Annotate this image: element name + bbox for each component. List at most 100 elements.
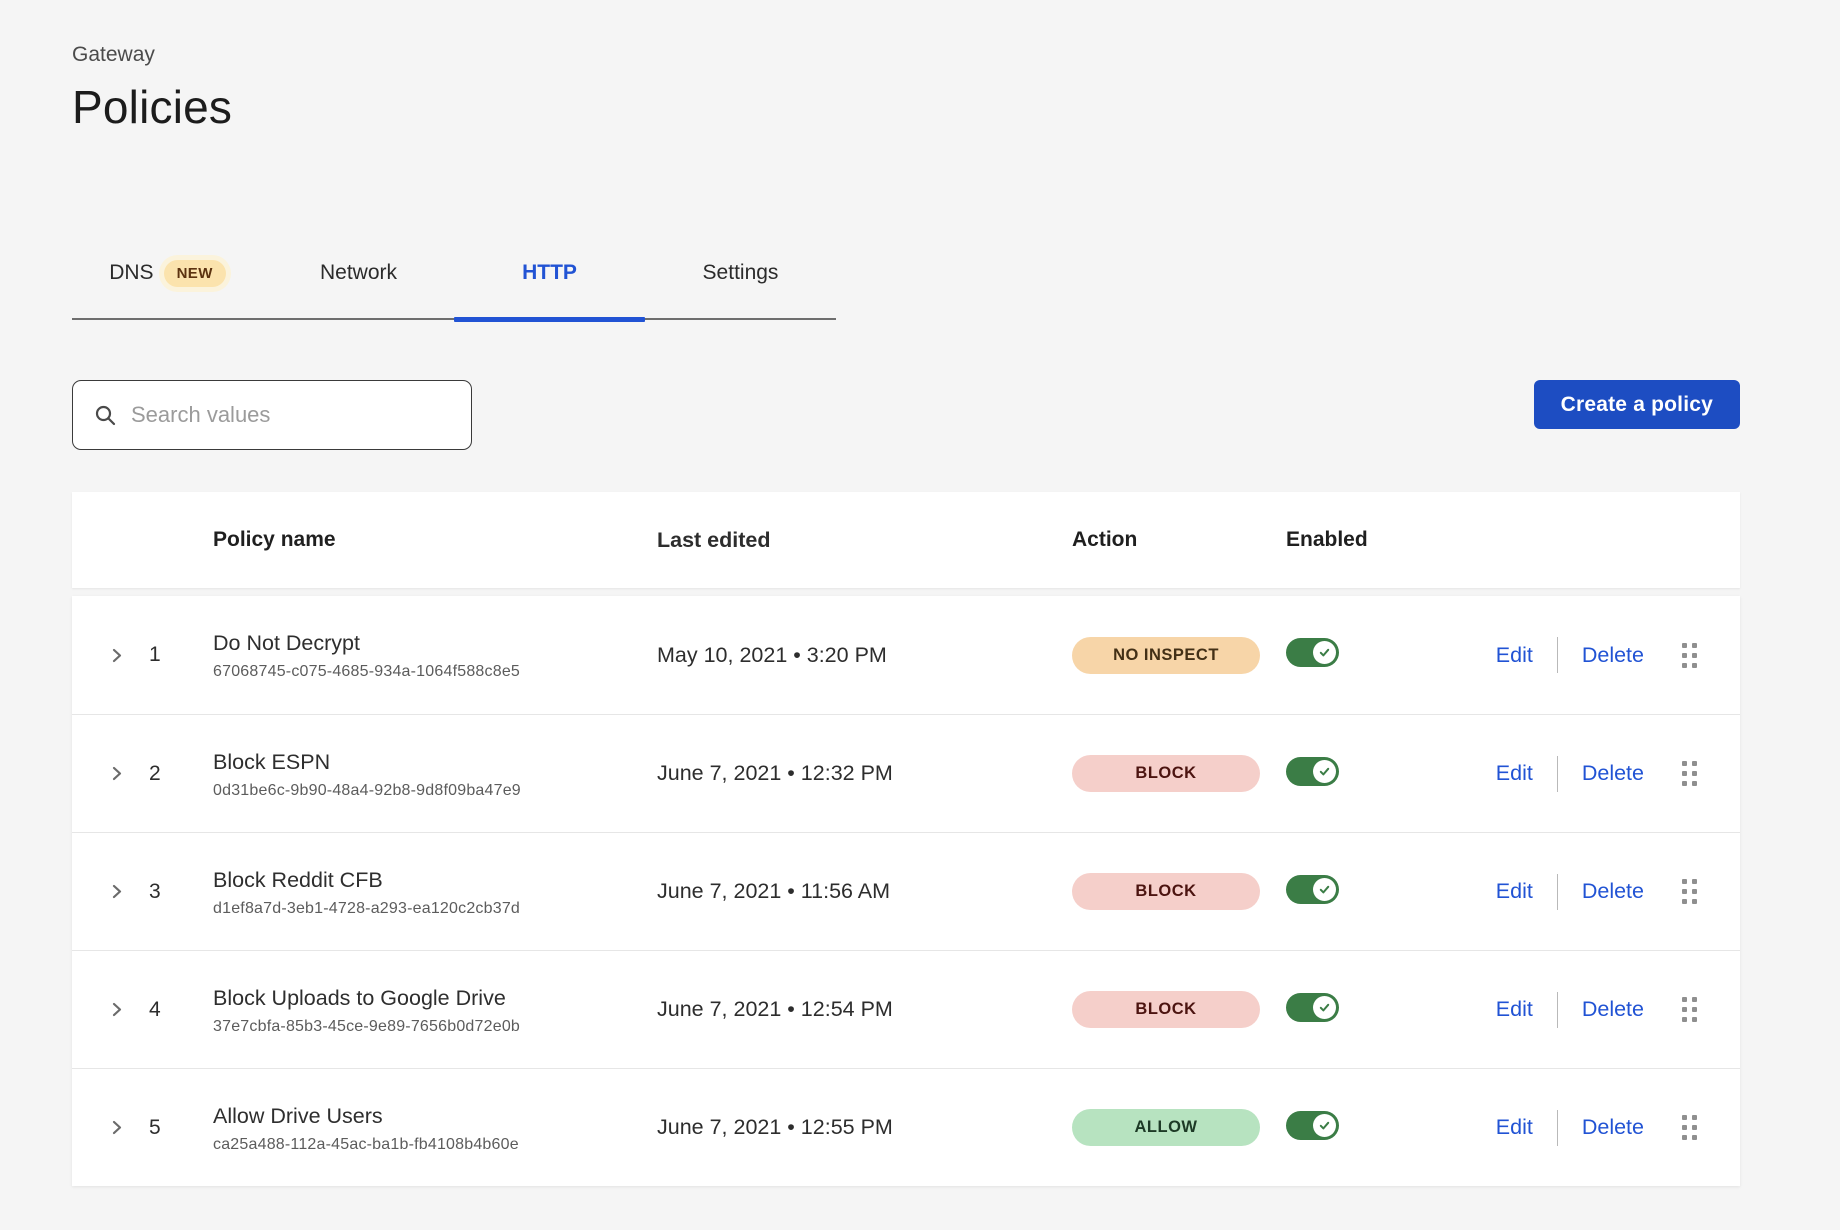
action-badge: BLOCK bbox=[1072, 755, 1260, 792]
drag-handle-icon[interactable] bbox=[1682, 761, 1697, 786]
row-number: 1 bbox=[136, 643, 192, 667]
create-policy-button[interactable]: Create a policy bbox=[1534, 380, 1740, 429]
column-action: Action bbox=[1062, 528, 1282, 552]
chevron-right-icon bbox=[108, 1001, 125, 1018]
action-badge: BLOCK bbox=[1072, 991, 1260, 1028]
action-divider bbox=[1557, 874, 1558, 910]
last-edited: June 7, 2021 • 12:54 PM bbox=[632, 997, 1062, 1022]
toggle-knob bbox=[1313, 760, 1336, 783]
action-divider bbox=[1557, 637, 1558, 673]
search-input[interactable] bbox=[131, 402, 451, 428]
table-row: 2 Block ESPN 0d31be6c-9b90-48a4-92b8-9d8… bbox=[72, 714, 1740, 832]
toggle-knob bbox=[1313, 878, 1336, 901]
action-divider bbox=[1557, 992, 1558, 1028]
toggle-knob bbox=[1313, 641, 1336, 664]
table-header-row: Policy name Last edited Action Enabled bbox=[72, 492, 1740, 588]
chevron-right-icon bbox=[108, 647, 125, 664]
policy-id: 37e7cbfa-85b3-45ce-9e89-7656b0d72e0b bbox=[213, 1018, 632, 1036]
delete-link[interactable]: Delete bbox=[1582, 997, 1644, 1022]
tab-http[interactable]: HTTP bbox=[454, 258, 645, 318]
delete-link[interactable]: Delete bbox=[1582, 643, 1644, 668]
tab-dns-label: DNS bbox=[109, 258, 153, 288]
edit-link[interactable]: Edit bbox=[1496, 997, 1533, 1022]
enabled-toggle[interactable] bbox=[1286, 757, 1339, 786]
tab-bar: DNS NEW Network HTTP Settings bbox=[72, 258, 836, 320]
tab-http-label: HTTP bbox=[522, 258, 577, 288]
chevron-right-icon bbox=[108, 883, 125, 900]
policy-id: 67068745-c075-4685-934a-1064f588c8e5 bbox=[213, 663, 632, 681]
chevron-right-icon bbox=[108, 1119, 125, 1136]
expand-row-button[interactable] bbox=[104, 1115, 129, 1140]
toggle-knob bbox=[1313, 996, 1336, 1019]
toggle-knob bbox=[1313, 1114, 1336, 1137]
column-last-edited: Last edited bbox=[632, 528, 1062, 553]
table-row: 5 Allow Drive Users ca25a488-112a-45ac-b… bbox=[72, 1068, 1740, 1186]
column-policy-name: Policy name bbox=[192, 528, 632, 552]
tab-settings[interactable]: Settings bbox=[645, 258, 836, 318]
delete-link[interactable]: Delete bbox=[1582, 879, 1644, 904]
table-row: 1 Do Not Decrypt 67068745-c075-4685-934a… bbox=[72, 596, 1740, 714]
tab-dns[interactable]: DNS NEW bbox=[72, 258, 263, 318]
policy-id: d1ef8a7d-3eb1-4728-a293-ea120c2cb37d bbox=[213, 900, 632, 918]
check-icon bbox=[1318, 1001, 1331, 1014]
table-body: 1 Do Not Decrypt 67068745-c075-4685-934a… bbox=[72, 596, 1740, 1186]
edit-link[interactable]: Edit bbox=[1496, 761, 1533, 786]
toolbar: Create a policy bbox=[72, 380, 1740, 450]
tab-network-label: Network bbox=[320, 258, 397, 288]
row-number: 2 bbox=[136, 762, 192, 786]
check-icon bbox=[1318, 765, 1331, 778]
action-divider bbox=[1557, 756, 1558, 792]
enabled-toggle[interactable] bbox=[1286, 875, 1339, 904]
enabled-toggle[interactable] bbox=[1286, 638, 1339, 667]
enabled-toggle[interactable] bbox=[1286, 993, 1339, 1022]
edit-link[interactable]: Edit bbox=[1496, 879, 1533, 904]
new-badge: NEW bbox=[164, 260, 226, 287]
policy-name: Allow Drive Users bbox=[213, 1102, 632, 1130]
breadcrumb: Gateway bbox=[72, 42, 1740, 68]
search-box[interactable] bbox=[72, 380, 472, 450]
edit-link[interactable]: Edit bbox=[1496, 1115, 1533, 1140]
policy-id: 0d31be6c-9b90-48a4-92b8-9d8f09ba47e9 bbox=[213, 782, 632, 800]
row-number: 4 bbox=[136, 998, 192, 1022]
last-edited: June 7, 2021 • 12:55 PM bbox=[632, 1115, 1062, 1140]
check-icon bbox=[1318, 883, 1331, 896]
gateway-policies-page: Gateway Policies DNS NEW Network HTTP Se… bbox=[72, 0, 1740, 1186]
row-number: 3 bbox=[136, 880, 192, 904]
expand-row-button[interactable] bbox=[104, 879, 129, 904]
column-enabled: Enabled bbox=[1282, 528, 1432, 552]
row-number: 5 bbox=[136, 1116, 192, 1140]
action-divider bbox=[1557, 1110, 1558, 1146]
delete-link[interactable]: Delete bbox=[1582, 1115, 1644, 1140]
edit-link[interactable]: Edit bbox=[1496, 643, 1533, 668]
policy-name: Do Not Decrypt bbox=[213, 629, 632, 657]
table-row: 4 Block Uploads to Google Drive 37e7cbfa… bbox=[72, 950, 1740, 1068]
policy-id: ca25a488-112a-45ac-ba1b-fb4108b4b60e bbox=[213, 1136, 632, 1154]
tab-settings-label: Settings bbox=[703, 258, 779, 288]
chevron-right-icon bbox=[108, 765, 125, 782]
action-badge: NO INSPECT bbox=[1072, 637, 1260, 674]
page-title: Policies bbox=[72, 80, 1740, 134]
action-badge: ALLOW bbox=[1072, 1109, 1260, 1146]
policy-name: Block Reddit CFB bbox=[213, 866, 632, 894]
table-row: 3 Block Reddit CFB d1ef8a7d-3eb1-4728-a2… bbox=[72, 832, 1740, 950]
check-icon bbox=[1318, 1119, 1331, 1132]
drag-handle-icon[interactable] bbox=[1682, 879, 1697, 904]
expand-row-button[interactable] bbox=[104, 761, 129, 786]
expand-row-button[interactable] bbox=[104, 643, 129, 668]
check-icon bbox=[1318, 646, 1331, 659]
policy-name: Block ESPN bbox=[213, 748, 632, 776]
action-badge: BLOCK bbox=[1072, 873, 1260, 910]
drag-handle-icon[interactable] bbox=[1682, 643, 1697, 668]
policies-table: Policy name Last edited Action Enabled 1… bbox=[72, 492, 1740, 1186]
tab-network[interactable]: Network bbox=[263, 258, 454, 318]
expand-row-button[interactable] bbox=[104, 997, 129, 1022]
enabled-toggle[interactable] bbox=[1286, 1111, 1339, 1140]
last-edited: June 7, 2021 • 11:56 AM bbox=[632, 879, 1062, 904]
drag-handle-icon[interactable] bbox=[1682, 997, 1697, 1022]
delete-link[interactable]: Delete bbox=[1582, 761, 1644, 786]
drag-handle-icon[interactable] bbox=[1682, 1115, 1697, 1140]
last-edited: June 7, 2021 • 12:32 PM bbox=[632, 761, 1062, 786]
search-icon bbox=[93, 403, 117, 427]
last-edited: May 10, 2021 • 3:20 PM bbox=[632, 643, 1062, 668]
policy-name: Block Uploads to Google Drive bbox=[213, 984, 632, 1012]
